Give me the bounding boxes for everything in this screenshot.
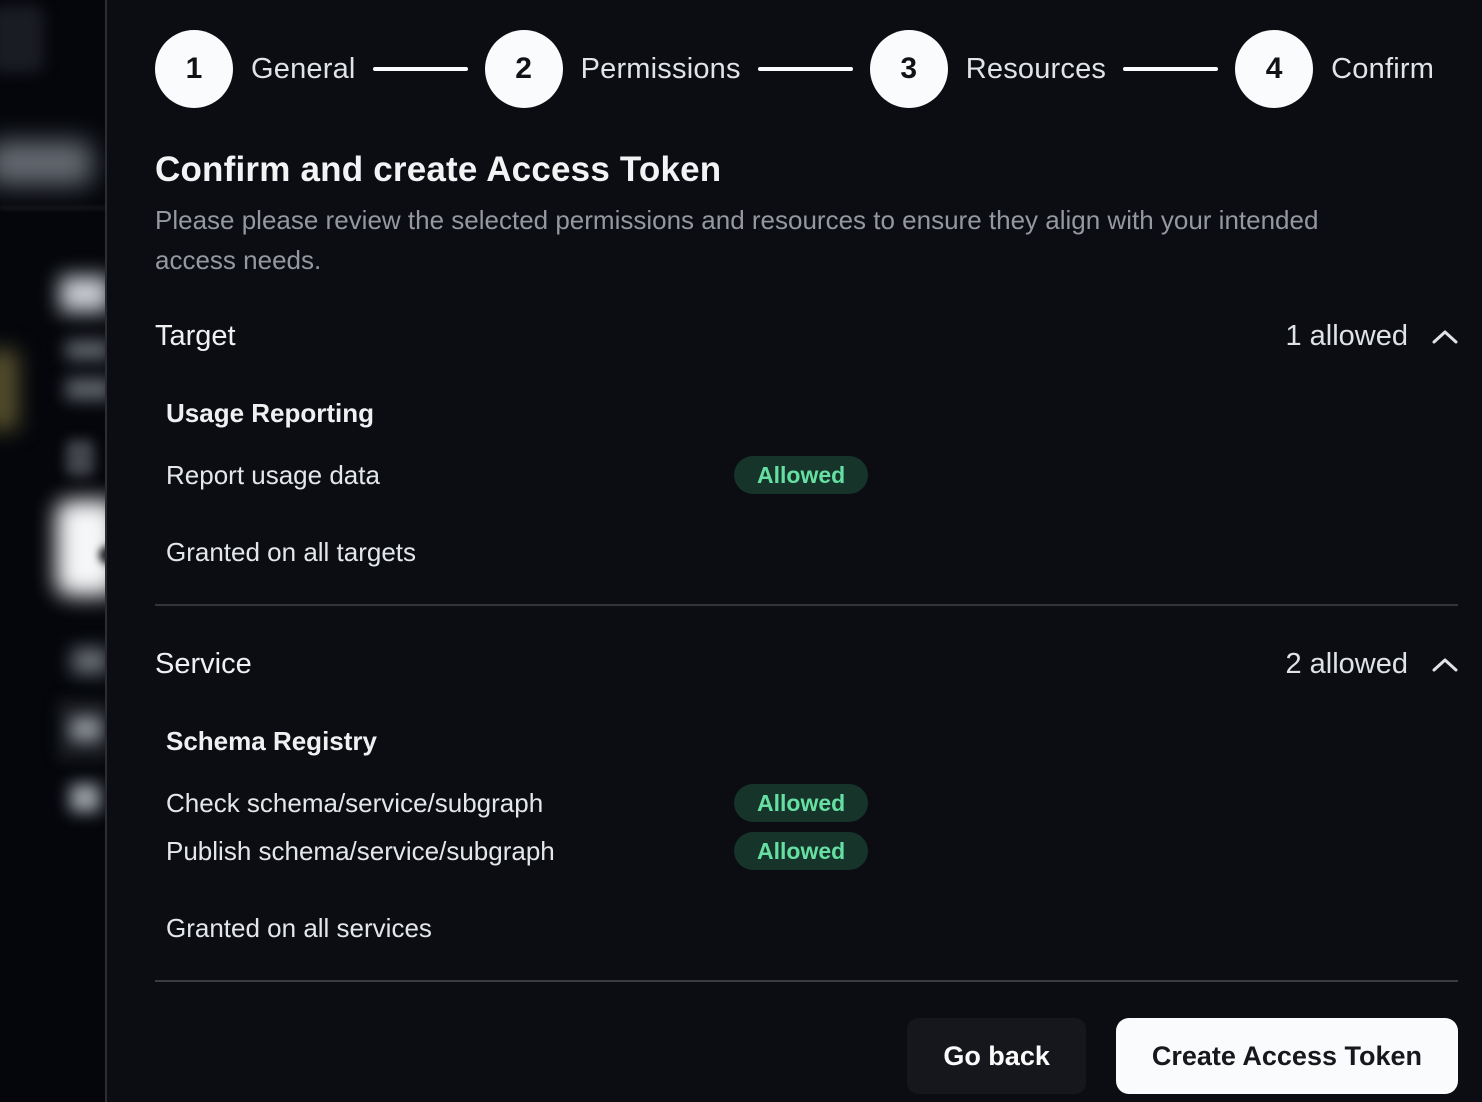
section-title: Target [155, 320, 236, 353]
section-body: Usage Reporting Report usage data Allowe… [155, 399, 1458, 499]
permission-group-title: Usage Reporting [166, 399, 1458, 427]
step-number: 2 [485, 30, 563, 108]
blurred-icon [66, 440, 94, 476]
permission-group: Usage Reporting Report usage data Allowe… [166, 399, 1458, 499]
step-number: 4 [1235, 30, 1313, 108]
granted-note: Granted on all targets [155, 537, 1458, 568]
permission-section: Service 2 allowed Schema Registry Check … [155, 648, 1458, 982]
step-label: Permissions [581, 53, 741, 86]
step-label: Resources [966, 53, 1106, 86]
stepper-step[interactable]: 2 Permissions [485, 30, 741, 108]
blurred-sidebar-card [0, 5, 44, 73]
background-overlay [0, 0, 107, 1102]
blurred-nav-item [0, 141, 92, 185]
permission-row: Publish schema/service/subgraph Allowed [166, 827, 1458, 875]
stepper-step[interactable]: 1 General [155, 30, 356, 108]
blurred-body-text [66, 378, 107, 400]
section-header: Target 1 allowed [155, 320, 1458, 353]
chevron-up-icon [1432, 657, 1458, 673]
permission-label: Publish schema/service/subgraph [166, 836, 734, 867]
go-back-button[interactable]: Go back [907, 1018, 1086, 1094]
section-divider [155, 604, 1458, 606]
blurred-list-item [72, 648, 107, 674]
stepper-connector [373, 67, 468, 71]
section-collapse-toggle[interactable]: 1 allowed [1285, 320, 1458, 353]
allowed-count: 2 allowed [1285, 648, 1408, 681]
chevron-up-icon [1432, 329, 1458, 345]
permission-rows: Check schema/service/subgraph Allowed Pu… [166, 779, 1458, 875]
permission-label: Report usage data [166, 460, 734, 491]
status-badge: Allowed [734, 784, 868, 822]
create-access-token-modal: 1 General 2 Permissions 3 Resources 4 Co… [105, 0, 1482, 1102]
blurred-list-item [70, 716, 102, 742]
blurred-accent-shape [0, 350, 18, 430]
section-body: Schema Registry Check schema/service/sub… [155, 727, 1458, 875]
permission-sections: Target 1 allowed Usage Reporting Report … [155, 320, 1458, 982]
step-label: Confirm [1331, 53, 1434, 86]
stepper-step[interactable]: 4 Confirm [1235, 30, 1434, 108]
section-title: Service [155, 648, 252, 681]
permission-group-title: Schema Registry [166, 727, 1458, 755]
stepper-connector [1123, 67, 1218, 71]
section-collapse-toggle[interactable]: 2 allowed [1285, 648, 1458, 681]
blurred-heading-text [60, 276, 107, 312]
step-number: 1 [155, 30, 233, 108]
step-label: General [251, 53, 356, 86]
permission-section: Target 1 allowed Usage Reporting Report … [155, 320, 1458, 606]
allowed-count: 1 allowed [1285, 320, 1408, 353]
blurred-divider [0, 207, 107, 209]
blurred-logo-card [56, 500, 107, 596]
stepper-connector [758, 67, 853, 71]
status-badge: Allowed [734, 832, 868, 870]
stepper: 1 General 2 Permissions 3 Resources 4 Co… [155, 30, 1458, 108]
permission-row: Report usage data Allowed [166, 451, 1458, 499]
stepper-step[interactable]: 3 Resources [870, 30, 1106, 108]
blurred-body-text [66, 340, 107, 360]
permission-group: Schema Registry Check schema/service/sub… [166, 727, 1458, 875]
permission-label: Check schema/service/subgraph [166, 788, 734, 819]
permission-rows: Report usage data Allowed [166, 451, 1458, 499]
blurred-list-item [70, 784, 100, 812]
create-access-token-button[interactable]: Create Access Token [1116, 1018, 1458, 1094]
permission-row: Check schema/service/subgraph Allowed [166, 779, 1458, 827]
granted-note: Granted on all services [155, 913, 1458, 944]
page-description: Please please review the selected permis… [155, 200, 1390, 280]
status-badge: Allowed [734, 456, 868, 494]
section-header: Service 2 allowed [155, 648, 1458, 681]
step-number: 3 [870, 30, 948, 108]
section-divider [155, 980, 1458, 982]
page-title: Confirm and create Access Token [155, 148, 1458, 192]
footer-actions: Go back Create Access Token [155, 1018, 1458, 1094]
